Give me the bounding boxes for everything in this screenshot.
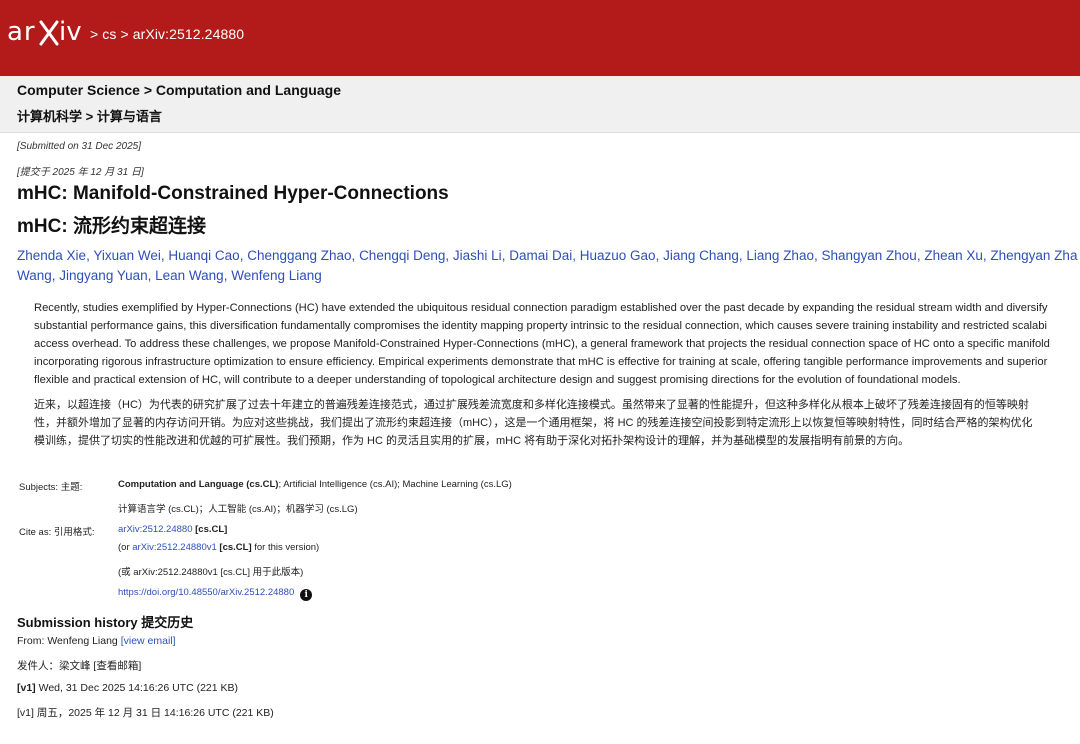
arxiv-version-link[interactable]: arXiv:2512.24880v1 [132, 542, 217, 553]
cite-version-suffix: for this version) [251, 542, 320, 553]
abstract-cn-line: 近来，以超连接（HC）为代表的研究扩展了过去十年建立的普遍残差连接范式，通过扩展… [34, 399, 1029, 411]
author-link[interactable]: Zhengyan Zha [990, 248, 1077, 263]
author-separator: , [351, 248, 360, 263]
cite-label: Cite as: 引用格式: [19, 527, 95, 538]
author-link[interactable]: Jingyang Yuan [59, 268, 147, 283]
author-link[interactable]: Chenggang Zhao [247, 248, 351, 263]
author-link[interactable]: Zhenda Xie [17, 248, 86, 263]
arxiv-logo[interactable]: ar iv [7, 14, 87, 50]
breadcrumb: > cs > arXiv:2512.24880 [90, 26, 244, 42]
author-link[interactable]: Damai Dai [509, 248, 572, 263]
category-en: Computer Science > Computation and Langu… [17, 82, 341, 98]
subjects-value: Computation and Language (cs.CL); Artifi… [118, 479, 512, 490]
category-bar: Computer Science > Computation and Langu… [0, 76, 1080, 133]
author-separator: , [572, 248, 580, 263]
site-header: ar iv > cs > arXiv:2512.24880 [0, 0, 1080, 76]
cite-id: arXiv:2512.24880 [cs.CL] [118, 524, 227, 535]
abstract-en-line: access overhead. To address these challe… [34, 338, 1050, 350]
submitted-date-en: [Submitted on 31 Dec 2025] [17, 141, 141, 152]
abstract-en-line: flexible and practical extension of HC, … [34, 374, 961, 386]
author-link[interactable]: Jiashi Li [453, 248, 502, 263]
breadcrumb-paper-id[interactable]: arXiv:2512.24880 [133, 26, 244, 42]
submitter-cn: 发件人：梁文峰 [查看邮箱] [17, 660, 142, 672]
abstract-en-line: incorporating rigorous infrastructure op… [34, 356, 1048, 368]
breadcrumb-cs[interactable]: cs [102, 26, 116, 42]
doi-row: https://doi.org/10.48550/arXiv.2512.2488… [118, 587, 313, 601]
svg-text:ar: ar [7, 17, 36, 47]
abstract-cn-line: 性，并额外增加了显著的内存访问开销。为应对这些挑战，我们提出了流形约束超连接（m… [34, 417, 1033, 429]
submitter-en: From: Wenfeng Liang [view email] [17, 635, 176, 647]
arxiv-id-link[interactable]: arXiv:2512.24880 [118, 524, 192, 535]
author-link[interactable]: Liang Zhao [746, 248, 814, 263]
author-link[interactable]: Zhean Xu [924, 248, 983, 263]
paper-title-en: mHC: Manifold-Constrained Hyper-Connecti… [17, 183, 449, 204]
arxiv-logo-icon: ar iv [7, 17, 82, 47]
cite-version: (or arXiv:2512.24880v1 [cs.CL] for this … [118, 542, 319, 553]
author-separator: , [445, 248, 453, 263]
author-separator: , [147, 268, 156, 283]
author-separator: , [655, 248, 664, 263]
primary-subject: Computation and Language (cs.CL) [118, 479, 279, 490]
version-v1-en: [v1] Wed, 31 Dec 2025 14:16:26 UTC (221 … [17, 682, 238, 694]
cite-category: [cs.CL] [192, 524, 228, 535]
cite-version-cn: (或 arXiv:2512.24880v1 [cs.CL] 用于此版本) [118, 567, 304, 578]
submitter-name: From: Wenfeng Liang [17, 635, 121, 647]
author-link[interactable]: Shangyan Zhou [821, 248, 916, 263]
subjects-cn: 计算语言学 (cs.CL)；人工智能 (cs.AI)；机器学习 (cs.LG) [118, 504, 358, 515]
version-tag[interactable]: [v1] [17, 682, 36, 694]
author-link[interactable]: Wang [17, 268, 52, 283]
subjects-label: Subjects: 主题: [19, 482, 83, 493]
author-link[interactable]: Huazuo Gao [580, 248, 656, 263]
author-link[interactable]: Huanqi Cao [168, 248, 239, 263]
version-v1-cn: [v1] 周五，2025 年 12 月 31 日 14:16:26 UTC (2… [17, 707, 274, 719]
abstract-cn-line: 模训练，提供了切实的性能改进和优越的可扩展性。我们预期，作为 HC 的灵活且实用… [34, 435, 910, 447]
paper-title-cn: mHC: 流形约束超连接 [17, 216, 206, 237]
category-cn: 计算机科学 > 计算与语言 [17, 109, 162, 124]
cite-version-cat: [cs.CL] [216, 542, 252, 553]
other-subjects: ; Artificial Intelligence (cs.AI); Machi… [278, 479, 512, 490]
svg-text:iv: iv [59, 17, 82, 47]
version-date: Wed, 31 Dec 2025 14:16:26 UTC (221 KB) [35, 682, 239, 694]
abstract-cn: 近来，以超连接（HC）为代表的研究扩展了过去十年建立的普遍残差连接范式，通过扩展… [34, 396, 1080, 450]
breadcrumb-sep: > [90, 26, 99, 42]
breadcrumb-sep: > [120, 26, 129, 42]
cite-version-prefix: (or [118, 542, 133, 553]
info-icon[interactable]: i [300, 589, 313, 601]
submission-history-title: Submission history 提交历史 [17, 615, 194, 630]
author-link[interactable]: Yixuan Wei [93, 248, 161, 263]
author-link[interactable]: Lean Wang [155, 268, 224, 283]
abstract-en-line: substantial performance gains, this dive… [34, 320, 1047, 332]
author-link[interactable]: Jiang Chang [663, 248, 739, 263]
author-list: Zhenda Xie, Yixuan Wei, Huanqi Cao, Chen… [17, 246, 1080, 286]
view-email-link[interactable]: [view email] [121, 635, 176, 647]
submitted-date-cn: [提交于 2025 年 12 月 31 日] [17, 167, 144, 178]
abstract-en: Recently, studies exemplified by Hyper-C… [34, 299, 1080, 389]
abstract-en-line: Recently, studies exemplified by Hyper-C… [34, 302, 1048, 314]
doi-link[interactable]: https://doi.org/10.48550/arXiv.2512.2488… [118, 587, 294, 598]
author-link[interactable]: Wenfeng Liang [231, 268, 322, 283]
author-link[interactable]: Chengqi Deng [359, 248, 445, 263]
